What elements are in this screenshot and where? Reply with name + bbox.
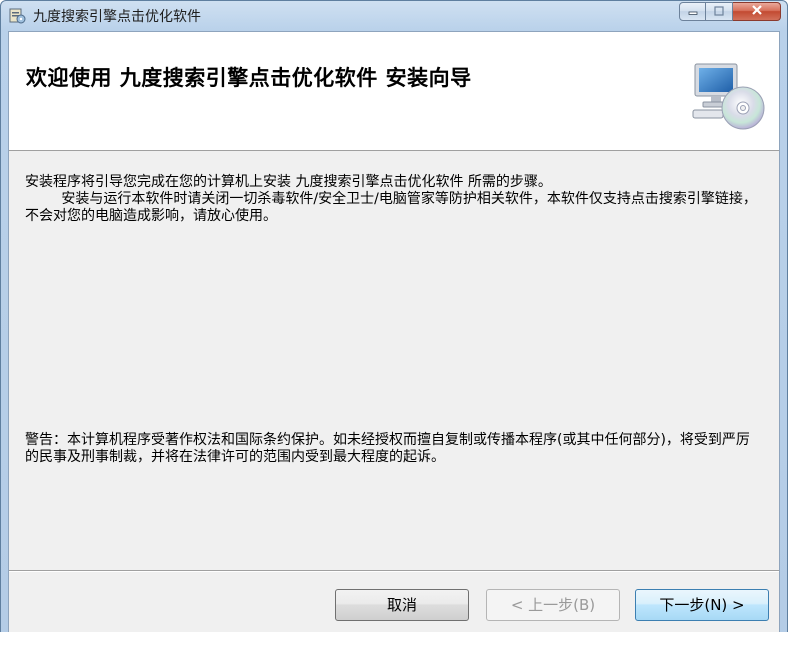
back-button[interactable]: < 上一步(B) xyxy=(486,589,620,621)
minimize-icon xyxy=(687,6,699,18)
maximize-icon xyxy=(713,5,725,18)
page-title: 欢迎使用 九度搜索引擎点击优化软件 安装向导 xyxy=(26,66,472,90)
cancel-button[interactable]: 取消 xyxy=(335,589,469,621)
close-icon xyxy=(750,4,764,19)
copyright-warning: 警告：本计算机程序受著作权法和国际条约保护。如未经授权而擅自复制或传播本程序(或… xyxy=(25,432,750,465)
minimize-button[interactable] xyxy=(679,2,706,21)
intro-paragraph: 安装程序将引导您完成在您的计算机上安装 九度搜索引擎点击优化软件 所需的步骤。 xyxy=(25,174,552,190)
window-title: 九度搜索引擎点击优化软件 xyxy=(33,9,201,25)
wizard-banner: 欢迎使用 九度搜索引擎点击优化软件 安装向导 xyxy=(9,32,779,151)
bottom-margin xyxy=(0,632,790,645)
installer-icon xyxy=(8,6,26,24)
next-button[interactable]: 下一步(N) > xyxy=(635,589,769,621)
installer-window: 九度搜索引擎点击优化软件 欢迎使用 九度搜索引擎点击优化软件 安装向导 安装程序… xyxy=(0,0,788,641)
close-button[interactable] xyxy=(733,2,781,21)
computer-cd-icon xyxy=(691,60,767,132)
notice-paragraph: 安装与运行本软件时请关闭一切杀毒软件/安全卫士/电脑管家等防护相关软件，本软件仅… xyxy=(25,191,757,224)
dialog-client-area: 欢迎使用 九度搜索引擎点击优化软件 安装向导 安装程序将引导您完成在您的计算机上… xyxy=(8,31,780,635)
maximize-button[interactable] xyxy=(706,2,733,21)
title-bar[interactable]: 九度搜索引擎点击优化软件 xyxy=(1,1,787,31)
footer-separator xyxy=(9,570,779,572)
window-controls xyxy=(679,2,781,22)
intro-text: 安装程序将引导您完成在您的计算机上安装 九度搜索引擎点击优化软件 所需的步骤。 … xyxy=(25,174,763,225)
